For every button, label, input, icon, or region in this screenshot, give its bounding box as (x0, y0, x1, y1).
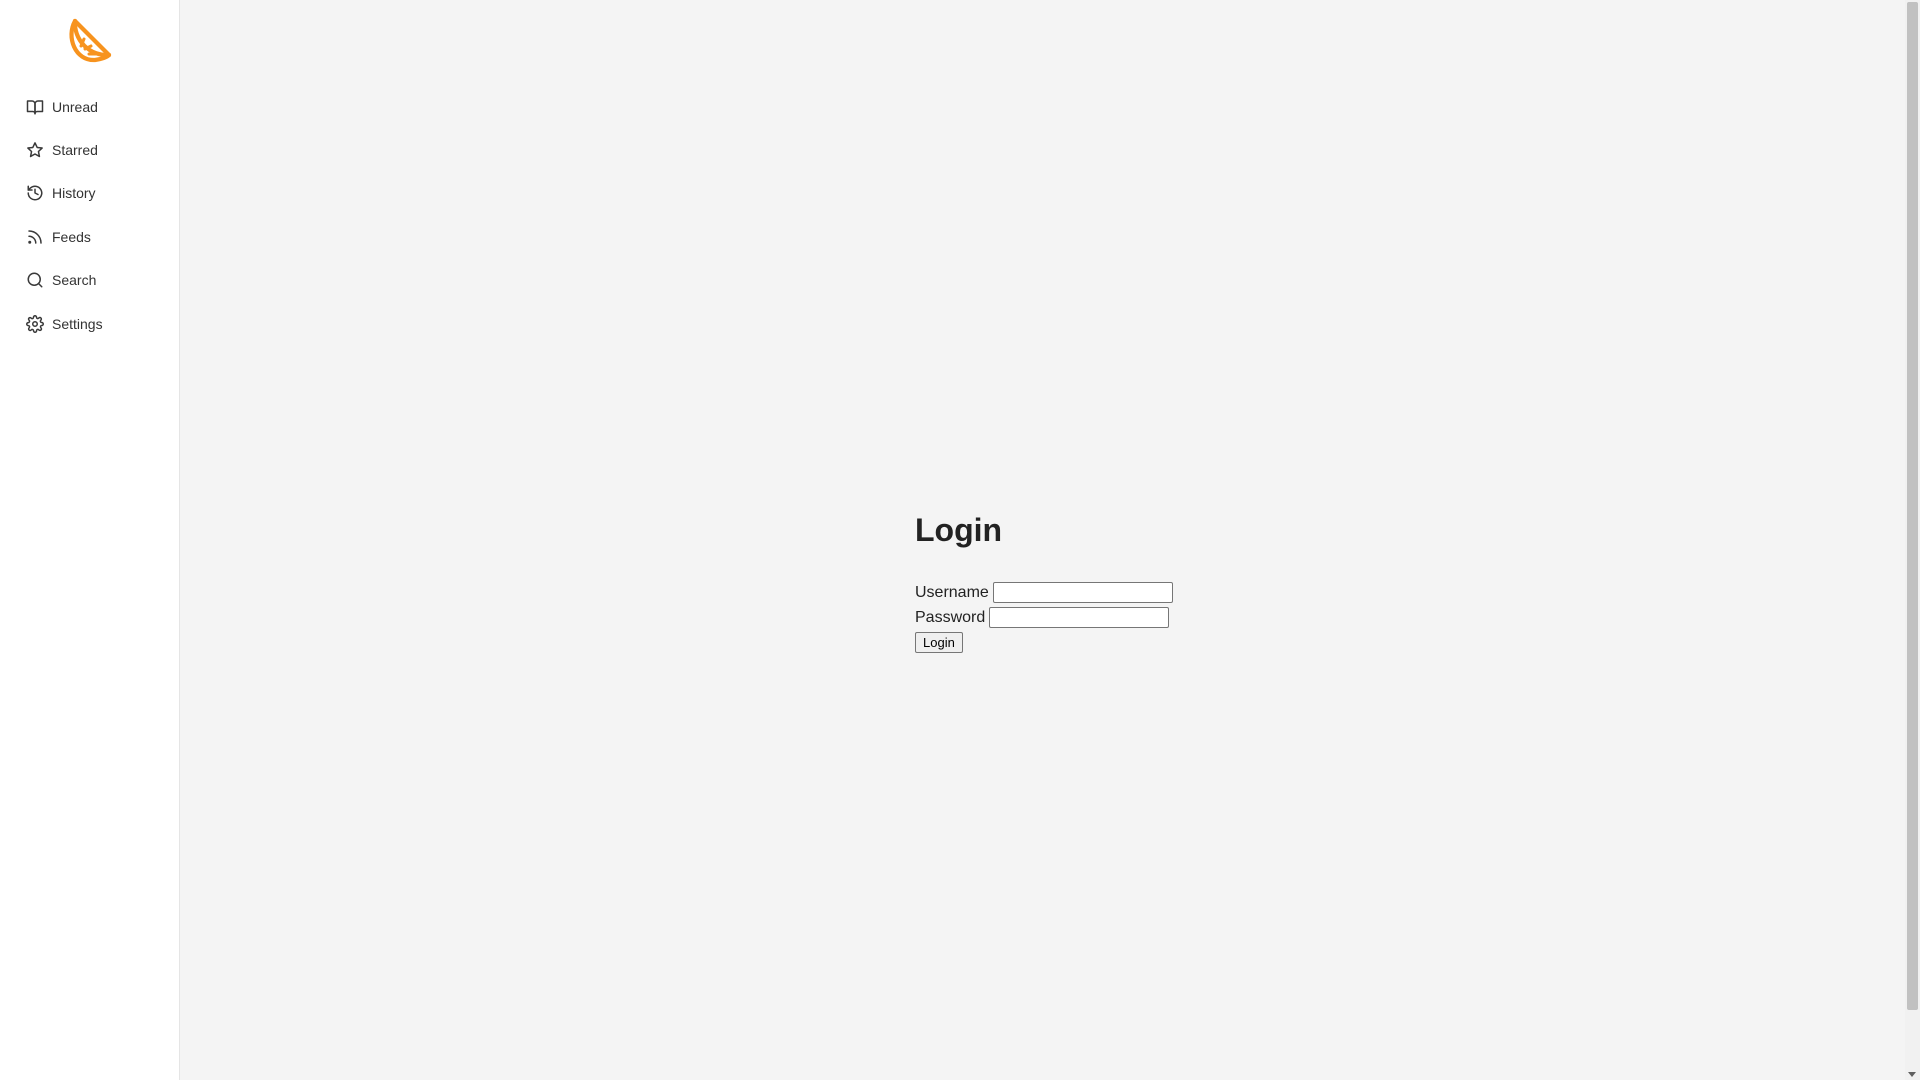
search-icon (26, 271, 44, 289)
history-icon (26, 184, 44, 202)
sidebar-item-label: Feeds (52, 228, 91, 245)
sidebar-item-search[interactable]: Search (0, 259, 179, 302)
sidebar-item-feeds[interactable]: Feeds (0, 215, 179, 258)
scroll-down-arrow-icon[interactable] (1908, 1072, 1916, 1077)
sidebar-item-starred[interactable]: Starred (0, 128, 179, 171)
login-button[interactable]: Login (915, 632, 963, 653)
username-input[interactable] (992, 582, 1173, 603)
rss-icon (26, 228, 44, 246)
main-content: Login Username Password Login (180, 0, 1905, 1080)
page-title: Login (915, 512, 1003, 548)
page-scrollbar[interactable] (1905, 0, 1920, 1080)
password-row: Password (915, 605, 1315, 630)
password-label: Password (915, 608, 986, 626)
sidebar-item-label: History (52, 185, 96, 202)
sidebar-item-label: Starred (52, 142, 98, 159)
username-label: Username (915, 583, 989, 601)
book-open-icon (26, 98, 44, 116)
sidebar-item-settings[interactable]: Settings (0, 302, 179, 345)
sidebar-nav: Unread Starred History Feeds Search Sett… (0, 85, 179, 345)
sidebar: Unread Starred History Feeds Search Sett… (0, 0, 180, 1080)
password-input[interactable] (989, 607, 1170, 628)
sidebar-item-label: Unread (52, 98, 98, 115)
star-icon (26, 141, 44, 159)
username-row: Username (915, 580, 1315, 605)
orange-slice-icon[interactable] (65, 17, 113, 65)
sidebar-item-history[interactable]: History (0, 172, 179, 215)
gear-icon (26, 314, 44, 333)
login-form: Login Username Password Login (915, 506, 1315, 653)
sidebar-item-unread[interactable]: Unread (0, 85, 179, 128)
sidebar-item-label: Search (52, 272, 97, 289)
scrollbar-thumb[interactable] (1907, 2, 1918, 1010)
sidebar-item-label: Settings (52, 315, 103, 332)
